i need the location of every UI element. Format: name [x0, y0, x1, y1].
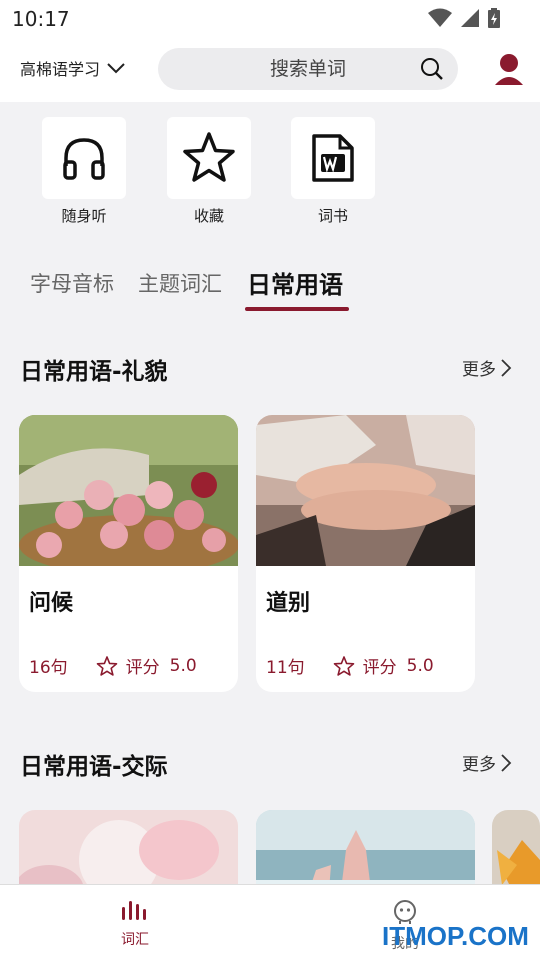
pink-flower-photo	[19, 810, 238, 884]
chevron-down-icon	[107, 63, 125, 74]
star-outline-icon	[333, 655, 354, 676]
battery-icon	[488, 8, 500, 28]
bars-chart-icon	[122, 901, 146, 920]
phrase-card[interactable]	[19, 810, 238, 884]
more-label: 更多	[462, 755, 496, 775]
chevron-right-icon	[501, 753, 512, 772]
phrase-card[interactable]: 道别 11句 评分 5.0	[256, 415, 475, 692]
rating-label: 评分	[362, 658, 397, 678]
quick-tile	[42, 117, 126, 199]
top-bar: 高棉语学习 搜索单词	[0, 36, 540, 102]
roses-basket-photo	[19, 415, 238, 566]
more-label: 更多	[462, 360, 496, 380]
card-title: 问候	[29, 591, 74, 616]
search-input[interactable]: 搜索单词	[158, 48, 458, 90]
quick-action-favorites[interactable]: 收藏	[167, 117, 251, 226]
cell-signal-icon	[461, 9, 479, 27]
card-meta: 16句 评分 5.0	[29, 653, 234, 679]
watermark: ITMOP.COM	[382, 921, 529, 951]
quick-action-listen[interactable]: 随身听	[42, 117, 126, 226]
chevron-right-icon	[501, 358, 512, 377]
tab-alphabet[interactable]: 字母音标	[30, 268, 114, 298]
bottom-nav: 词汇 我的 ITMOP.COM	[0, 884, 540, 960]
section-title: 日常用语-礼貌	[20, 359, 168, 385]
phrase-card[interactable]	[256, 810, 475, 884]
rating-value: 5.0	[169, 655, 197, 676]
quick-action-wordbook[interactable]: 词书	[291, 117, 375, 226]
quick-action-label: 词书	[317, 207, 348, 225]
language-selector[interactable]: 高棉语学习	[20, 56, 126, 80]
word-doc-icon	[312, 134, 354, 182]
card-meta: 11句 评分 5.0	[266, 653, 471, 679]
raised-hands-photo	[256, 810, 475, 884]
orange-flower-photo	[492, 810, 540, 884]
more-link[interactable]: 更多	[462, 750, 512, 775]
active-tab-indicator	[245, 307, 349, 311]
nav-label: 词汇	[121, 932, 149, 948]
search-icon[interactable]	[420, 57, 444, 81]
wifi-icon	[428, 8, 452, 27]
user-avatar-icon[interactable]	[494, 53, 524, 85]
phrase-count: 11句	[266, 658, 305, 678]
stacked-hands-photo	[256, 415, 475, 566]
rating-label: 评分	[125, 658, 160, 678]
status-bar: 10:17	[0, 0, 540, 36]
tab-topic-vocab[interactable]: 主题词汇	[138, 268, 222, 298]
quick-tile	[167, 117, 251, 199]
tab-daily-phrases[interactable]: 日常用语	[247, 265, 343, 300]
phrase-card[interactable]: 问候 16句 评分 5.0	[19, 415, 238, 692]
phrase-card[interactable]	[492, 810, 540, 884]
phrase-count: 16句	[29, 658, 68, 678]
star-icon	[183, 132, 235, 182]
quick-tile	[291, 117, 375, 199]
nav-vocabulary[interactable]: 词汇	[95, 899, 175, 949]
status-time: 10:17	[12, 7, 70, 31]
language-label: 高棉语学习	[20, 60, 101, 79]
quick-action-label: 收藏	[193, 207, 224, 225]
rating-value: 5.0	[406, 655, 434, 676]
section-title: 日常用语-交际	[20, 754, 168, 780]
main-content: 随身听 收藏 词书 字母音标 主题词汇 日常用语 日常用语-礼貌 更多 问候 1…	[0, 102, 540, 884]
quick-action-label: 随身听	[61, 207, 107, 225]
headphones-icon	[63, 138, 105, 180]
more-link[interactable]: 更多	[462, 355, 512, 380]
category-tabs: 字母音标 主题词汇 日常用语	[30, 268, 510, 312]
search-placeholder: 搜索单词	[269, 58, 346, 80]
status-icons	[428, 8, 500, 28]
card-title: 道别	[266, 591, 311, 616]
star-outline-icon	[96, 655, 117, 676]
